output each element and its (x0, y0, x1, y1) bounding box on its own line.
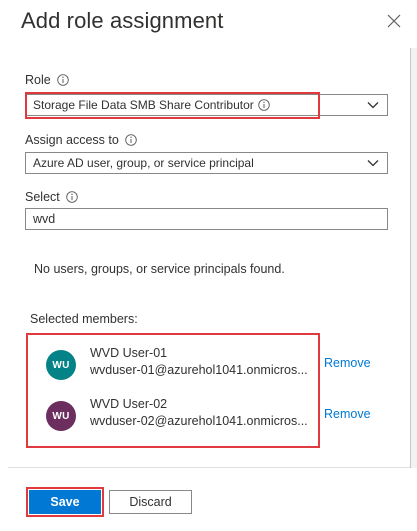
scrollbar[interactable] (410, 48, 417, 468)
info-icon[interactable] (56, 74, 69, 86)
empty-results-message: No users, groups, or service principals … (34, 262, 285, 276)
role-label-row: Role (25, 73, 69, 87)
save-highlight-box (26, 487, 104, 517)
members-highlight-box (26, 333, 320, 448)
remove-link[interactable]: Remove (324, 407, 371, 421)
assign-access-label-row: Assign access to (25, 133, 137, 147)
select-search-input[interactable] (33, 212, 373, 226)
footer-divider (8, 467, 410, 468)
chevron-down-icon (367, 102, 379, 109)
select-label-row: Select (25, 190, 78, 204)
close-button[interactable] (384, 10, 404, 32)
chevron-down-icon (367, 160, 379, 167)
select-search-field[interactable] (25, 208, 388, 230)
discard-button[interactable]: Discard (109, 490, 192, 514)
select-label: Select (25, 190, 60, 204)
assign-access-dropdown[interactable]: Azure AD user, group, or service princip… (25, 152, 388, 174)
assign-access-label: Assign access to (25, 133, 119, 147)
close-icon (387, 14, 401, 28)
role-highlight-box (25, 92, 320, 119)
info-icon[interactable] (65, 191, 78, 203)
info-icon[interactable] (125, 134, 137, 146)
assign-access-value: Azure AD user, group, or service princip… (33, 156, 254, 170)
page-title: Add role assignment (21, 8, 224, 33)
selected-members-label: Selected members: (30, 312, 138, 326)
role-label: Role (25, 73, 51, 87)
remove-link[interactable]: Remove (324, 356, 371, 370)
